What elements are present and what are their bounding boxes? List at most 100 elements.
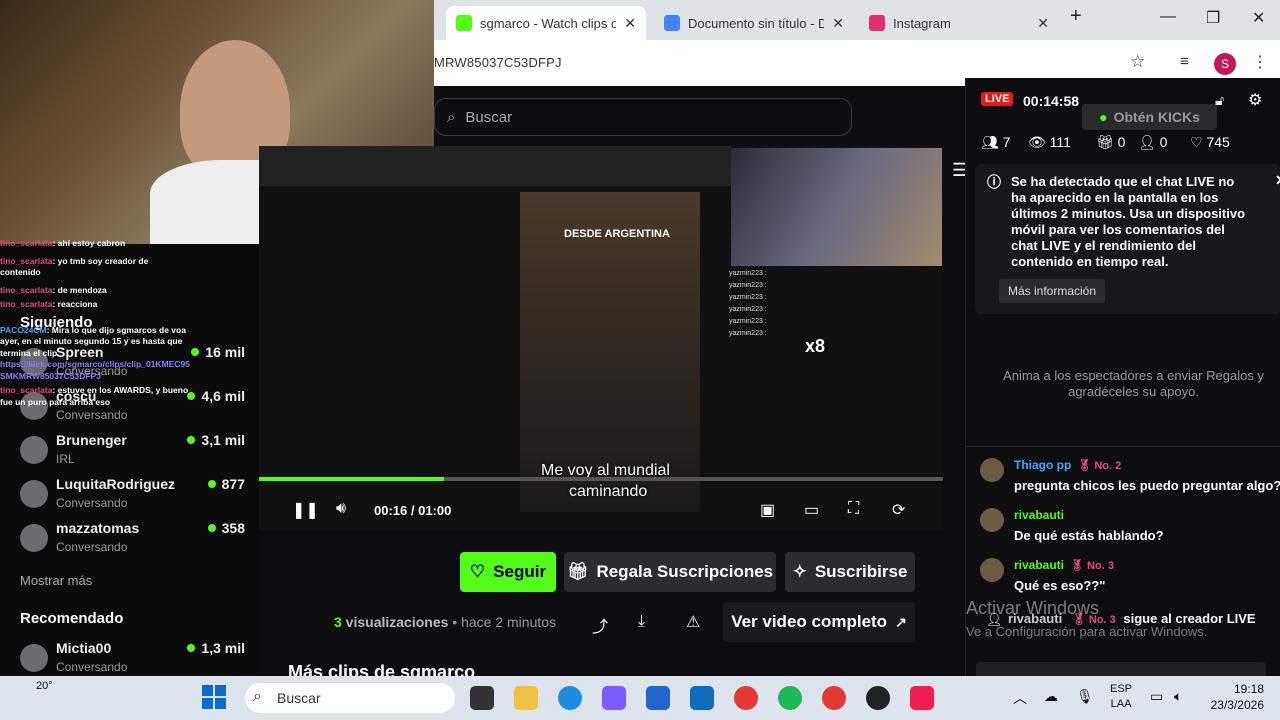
- report-icon[interactable]: ⚠: [686, 612, 700, 632]
- profile-avatar[interactable]: S: [1214, 53, 1236, 75]
- heart-icon: ♡: [1190, 134, 1203, 150]
- theater-icon[interactable]: ▭: [804, 500, 819, 520]
- stat-followers: 👥︎ 7: [981, 134, 1011, 150]
- eye-icon: 👁︎: [1028, 134, 1046, 150]
- tab-docs[interactable]: Documento sin título - D ✕: [654, 6, 854, 40]
- weather-temp[interactable]: 20°: [36, 680, 53, 692]
- url-text[interactable]: MRW85037C53DFPJ: [434, 55, 562, 70]
- star-icon[interactable]: ☆: [1130, 52, 1145, 72]
- phone-caption: DESDE ARGENTINA: [564, 228, 670, 240]
- system-clock[interactable]: 19:18 23/3/2026: [1200, 681, 1264, 713]
- media-control-icon[interactable]: ≡: [1180, 53, 1189, 70]
- more-info-button[interactable]: Más información: [999, 279, 1106, 303]
- get-kicks-button[interactable]: ● Obtén KICKs: [1082, 104, 1217, 130]
- task-view-icon[interactable]: [470, 686, 494, 710]
- close-icon[interactable]: ✕: [1037, 15, 1049, 32]
- stat-subs: 👤︎ 0: [1138, 134, 1168, 150]
- obs-icon[interactable]: [866, 686, 890, 710]
- activate-windows-subtitle: Ve a Configuración para activar Windows.: [966, 624, 1208, 639]
- new-tab-button[interactable]: +: [1070, 5, 1082, 28]
- subscribe-button[interactable]: ✧ Suscribirse: [785, 552, 915, 592]
- gear-icon[interactable]: ⚙: [1248, 90, 1262, 110]
- sidebar-item-mazzatomas[interactable]: mazzatomas Conversando 358: [20, 520, 245, 560]
- avatar: [20, 524, 48, 552]
- avatar: [980, 508, 1004, 532]
- store-icon[interactable]: [646, 686, 670, 710]
- gift-subs-button[interactable]: 🎁︎ Regala Suscripciones: [564, 552, 776, 592]
- channel-category: Conversando: [56, 496, 128, 510]
- docs-icon: [664, 15, 680, 31]
- tab-instagram[interactable]: Instagram ✕: [859, 6, 1059, 40]
- edge-icon[interactable]: [558, 686, 582, 710]
- close-icon[interactable]: ✕: [624, 15, 636, 32]
- sidebar-item-mictia00[interactable]: Mictia00 Conversando 1,3 mil: [20, 640, 245, 680]
- microphone-icon[interactable]: 🎙︎: [1076, 688, 1094, 705]
- video-progress-fill: [259, 477, 444, 481]
- captured-chat: yazmin223 : yazmin223 : yazmin223 : yazmin2…: [729, 270, 767, 337]
- tab-title: Documento sin título - D: [688, 15, 825, 31]
- download-icon[interactable]: ⤓: [638, 613, 645, 631]
- volume-icon[interactable]: 🔊︎: [336, 500, 346, 518]
- message-text: pregunta chicos les puedo preguntar algo…: [1014, 478, 1280, 493]
- show-more-link[interactable]: Mostrar más: [20, 573, 92, 588]
- menu-icon[interactable]: ⋮: [1252, 52, 1268, 72]
- users-icon: 👥︎: [981, 134, 999, 150]
- spotify-icon[interactable]: [778, 686, 802, 710]
- share-icon[interactable]: ⤴: [592, 613, 608, 637]
- tab-kick[interactable]: sgmarco - Watch clips or ✕: [446, 6, 646, 40]
- network-icon[interactable]: ☁: [1044, 688, 1058, 705]
- channel-category: Conversando: [56, 660, 128, 674]
- gift-multiplier: x8: [805, 336, 826, 356]
- overlay-chat-line: tino_scarlata: ahí estoy cabron: [0, 238, 126, 248]
- viewer-count: 877: [208, 476, 245, 492]
- avatar: [20, 644, 48, 672]
- outlook-icon[interactable]: [690, 686, 714, 710]
- close-window-icon[interactable]: ✕: [1252, 8, 1265, 28]
- minimize-icon[interactable]: —: [1160, 8, 1176, 26]
- fullscreen-icon[interactable]: ⛶: [848, 500, 859, 518]
- browser-tab-bar: sgmarco - Watch clips or ✕ Documento sin…: [434, 0, 1280, 40]
- avatar: [980, 558, 1004, 582]
- notice-text: Se ha detectado que el chat LIVE no ha a…: [1011, 174, 1246, 269]
- maximize-icon[interactable]: ❐: [1206, 8, 1220, 28]
- autoplay-icon[interactable]: ⟳: [892, 500, 905, 520]
- channel-category: Conversando: [56, 540, 128, 554]
- live-chat-panel: LIVE 00:14:58 🔓︎ ⚙ ● Obtén KICKs 👥︎ 7 👁︎ …: [965, 78, 1280, 676]
- tab-title: Instagram: [893, 15, 951, 31]
- clip-webcam: [731, 148, 942, 266]
- m365-icon[interactable]: [602, 686, 626, 710]
- chrome-icon[interactable]: [734, 686, 758, 710]
- windows-start-icon[interactable]: [202, 685, 226, 709]
- close-icon[interactable]: ✕: [1275, 172, 1280, 188]
- chrome-profile-icon[interactable]: [822, 686, 846, 710]
- search-icon: ⌕: [447, 108, 456, 126]
- clip-views: 3 visualizaciones • hace 2 minutos: [334, 614, 557, 630]
- follow-button[interactable]: ♡ Seguir: [460, 552, 556, 592]
- captured-browser-bar: [259, 146, 731, 186]
- pause-icon[interactable]: ❚❚: [292, 500, 319, 520]
- viewer-count: 358: [208, 520, 245, 536]
- overlay-chat-line: tino_scarlata: yo tmb soy creador de con…: [0, 255, 149, 278]
- chevron-up-icon[interactable]: ︿: [1013, 688, 1027, 708]
- volume-icon[interactable]: 🔈︎: [1174, 688, 1182, 705]
- rank-badge: 🏅︎ No. 3: [1070, 560, 1114, 572]
- taskbar-search[interactable]: ⌕ Buscar: [245, 683, 455, 713]
- close-icon[interactable]: ✕: [832, 15, 844, 32]
- tiktok-icon[interactable]: [910, 686, 934, 710]
- rank-badge: 🏅︎ No. 2: [1077, 460, 1122, 472]
- live-duration: 00:14:58: [1023, 93, 1080, 109]
- view-full-video-button[interactable]: Ver video completo ↗: [723, 602, 915, 642]
- stream-overlay-chat: tino_scarlata: ahí estoy cabron tino_sca…: [0, 238, 190, 468]
- file-explorer-icon[interactable]: [514, 686, 538, 710]
- search-icon: ⌕: [253, 688, 262, 705]
- sidebar-item-luquitarodriguez[interactable]: LuquitaRodriguez Conversando 877: [20, 476, 245, 516]
- windows-taskbar: 20° ⌕ Buscar ︿ ☁ 🎙︎ ESP LAA ▭ 🔈︎ 19:18 23…: [0, 676, 1280, 720]
- avatar: [980, 458, 1004, 482]
- display-icon[interactable]: ▭: [1150, 688, 1163, 705]
- pip-icon[interactable]: ▣: [760, 500, 775, 520]
- chat-input[interactable]: [976, 662, 1266, 676]
- language-indicator[interactable]: ESP LAA: [1110, 682, 1132, 712]
- search-input[interactable]: ⌕ Buscar: [434, 98, 852, 136]
- chat-notice: ⓘ ✕ Se ha detectado que el chat LIVE no …: [975, 164, 1280, 314]
- user-plus-icon: 👤︎: [1138, 134, 1156, 150]
